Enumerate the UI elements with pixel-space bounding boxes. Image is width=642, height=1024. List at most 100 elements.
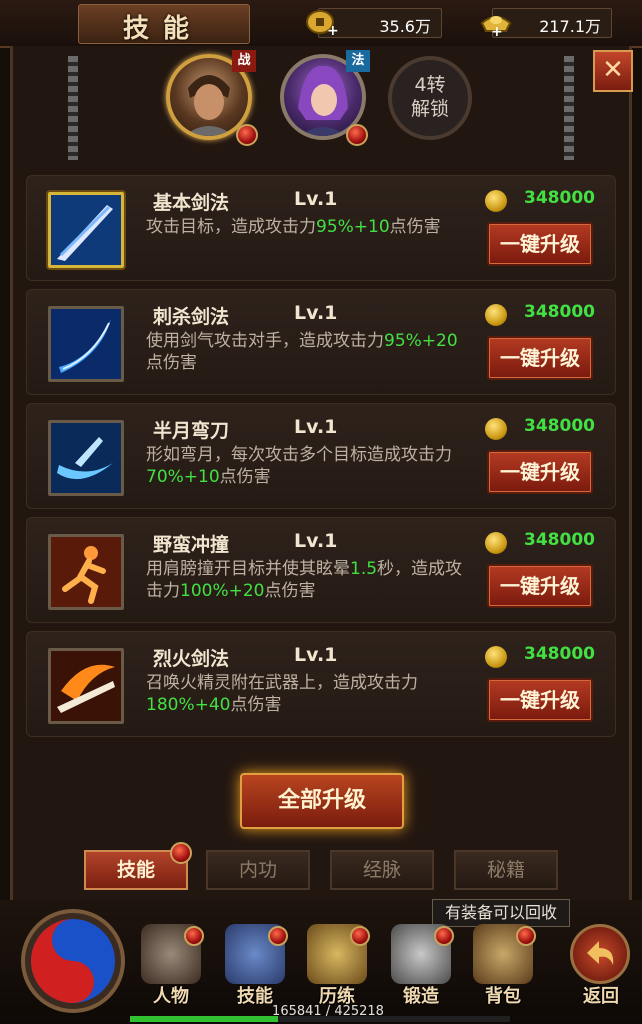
close-icon: ✕ <box>602 55 624 85</box>
coin-icon <box>485 532 507 554</box>
skill-level: Lv.1 <box>294 644 338 666</box>
desc-text: 点伤害 <box>230 695 282 715</box>
skill-description: 形如弯月，每次攻击多个目标造成攻击力70%+10点伤害 <box>146 444 471 488</box>
desc-text: 形如弯月，每次攻击多个目标造成攻击力 <box>146 445 452 465</box>
upgrade-button[interactable]: 一键升级 <box>487 678 593 722</box>
desc-text: 点伤害 <box>219 467 271 487</box>
mage-class-tag: 法 <box>346 50 370 72</box>
desc-text: 点伤害 <box>146 353 197 373</box>
tab-skills-alert-dot <box>170 842 192 864</box>
desc-value: 95%+10 <box>316 217 390 237</box>
coin-icon <box>485 418 507 440</box>
nav-back[interactable]: 返回 <box>564 918 638 1018</box>
skill-icon-assassin-sword[interactable] <box>48 306 124 382</box>
nav-alert-dot <box>268 926 288 946</box>
upgrade-button[interactable]: 一键升级 <box>487 336 593 380</box>
coin-icon <box>485 190 507 212</box>
skill-name: 基本剑法 <box>153 192 230 214</box>
upgrade-cost: 348000 <box>524 416 595 436</box>
upgrade-cost: 348000 <box>524 188 595 208</box>
crescent-slash-icon <box>51 309 121 379</box>
skill-row: 野蛮冲撞 Lv.1 用肩膀撞开目标并使其眩晕1.5秒，造成攻击力100%+20点… <box>26 517 616 623</box>
chain-decoration-left <box>68 56 78 160</box>
half-moon-blade-icon <box>51 423 121 493</box>
unlock-label: 4转 解锁 <box>388 73 472 121</box>
upgrade-button[interactable]: 一键升级 <box>487 222 593 266</box>
skill-row: 刺杀剑法 Lv.1 使用剑气攻击对手，造成攻击力95%+20 点伤害 348000… <box>26 289 616 395</box>
yin-yang-orb[interactable] <box>18 906 128 1016</box>
nav-alert-dot <box>434 926 454 946</box>
skill-description: 攻击目标，造成攻击力95%+10点伤害 <box>146 216 471 238</box>
skill-description: 召唤火精灵附在武器上，造成攻击力180%+40点伤害 <box>146 672 471 716</box>
desc-text: 使用剑气攻击对手，造成攻击力 <box>146 331 384 351</box>
skill-icon-fire-sword[interactable] <box>48 648 124 724</box>
ingot-amount: 217.1万 <box>539 17 601 36</box>
desc-text: 点伤害 <box>389 217 441 237</box>
tab-secret-books[interactable]: 秘籍 <box>454 850 558 890</box>
nav-forge[interactable]: 锻造 <box>386 918 456 1018</box>
svg-text:+: + <box>327 23 339 37</box>
unlock-label-line1: 4转 <box>414 74 446 96</box>
upgrade-button[interactable]: 一键升级 <box>487 564 593 608</box>
skill-icon-wild-charge[interactable] <box>48 534 124 610</box>
desc-text: 攻击目标，造成攻击力 <box>146 217 316 237</box>
nav-skills[interactable]: 技能 <box>220 918 290 1018</box>
desc-value: 1.5 <box>350 559 378 579</box>
skill-row: 半月弯刀 Lv.1 形如弯月，每次攻击多个目标造成攻击力70%+10点伤害 34… <box>26 403 616 509</box>
warrior-alert-dot <box>236 124 258 146</box>
skill-level: Lv.1 <box>294 188 338 210</box>
ingot-plus-icon: + <box>480 16 512 37</box>
skill-level: Lv.1 <box>294 302 338 324</box>
skill-name: 烈火剑法 <box>153 648 230 670</box>
upgrade-cost: 348000 <box>524 644 595 664</box>
skill-name: 刺杀剑法 <box>153 306 230 328</box>
gold-counter: + 35.6万 <box>306 8 442 38</box>
skill-level: Lv.1 <box>294 530 338 552</box>
skill-description: 用肩膀撞开目标并使其眩晕1.5秒，造成攻击力100%+20点伤害 <box>146 558 471 602</box>
desc-text: 点伤害 <box>264 581 316 601</box>
tab-inner-power[interactable]: 内功 <box>206 850 310 890</box>
skill-icon-basic-sword[interactable] <box>48 192 124 268</box>
desc-value: 100%+20 <box>180 581 265 601</box>
upgrade-cost: 348000 <box>524 530 595 550</box>
coin-icon <box>485 304 507 326</box>
exp-text: 165841 / 425218 <box>272 1004 384 1019</box>
desc-value: 70%+10 <box>146 467 220 487</box>
nav-alert-dot <box>184 926 204 946</box>
close-button[interactable]: ✕ <box>593 50 633 92</box>
svg-text:+: + <box>491 24 503 37</box>
warrior-class-tag: 战 <box>232 50 256 72</box>
yin-yang-icon <box>21 909 125 1013</box>
upgrade-cost: 348000 <box>524 302 595 322</box>
chain-decoration-right <box>564 56 574 160</box>
skill-icon-half-moon[interactable] <box>48 420 124 496</box>
nav-training[interactable]: 历练 <box>302 918 372 1018</box>
desc-text: 用肩膀撞开目标并使其眩晕 <box>146 559 350 579</box>
skill-row: 烈火剑法 Lv.1 召唤火精灵附在武器上，造成攻击力180%+40点伤害 348… <box>26 631 616 737</box>
skill-name: 野蛮冲撞 <box>153 534 230 556</box>
tab-meridians[interactable]: 经脉 <box>330 850 434 890</box>
desc-text: 召唤火精灵附在武器上，造成攻击力 <box>146 673 418 693</box>
gold-coin-plus-icon: + <box>306 10 339 37</box>
desc-value: 95%+20 <box>384 331 458 351</box>
coin-icon <box>485 646 507 668</box>
nav-alert-dot <box>516 926 536 946</box>
mage-alert-dot <box>346 124 368 146</box>
gold-amount: 35.6万 <box>379 17 431 36</box>
skill-level: Lv.1 <box>294 416 338 438</box>
skill-name: 半月弯刀 <box>153 420 230 442</box>
back-arrow-icon <box>570 924 630 984</box>
unlock-label-line2: 解锁 <box>410 98 449 120</box>
fire-sword-icon <box>51 651 121 721</box>
nav-label: 返回 <box>583 986 619 1007</box>
desc-value: 180%+40 <box>146 695 231 715</box>
upgrade-all-button[interactable]: 全部升级 <box>240 773 404 829</box>
nav-label: 背包 <box>485 986 521 1007</box>
page-title: 技能 <box>122 14 203 44</box>
nav-character[interactable]: 人物 <box>136 918 206 1018</box>
skill-row: 基本剑法 Lv.1 攻击目标，造成攻击力95%+10点伤害 348000 一键升… <box>26 175 616 281</box>
nav-label: 人物 <box>153 986 189 1007</box>
upgrade-button[interactable]: 一键升级 <box>487 450 593 494</box>
nav-bag[interactable]: 背包 <box>468 918 538 1018</box>
sword-slash-icon <box>51 195 121 265</box>
